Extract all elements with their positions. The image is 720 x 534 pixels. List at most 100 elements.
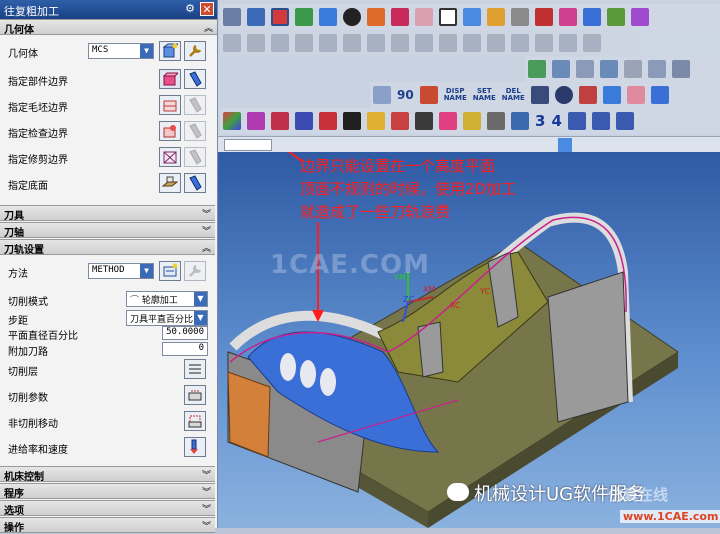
- pattern-icon[interactable]: [487, 34, 505, 52]
- new-method-button[interactable]: [159, 261, 181, 281]
- feeds-speeds-button[interactable]: [184, 437, 206, 457]
- check-icon[interactable]: [528, 60, 546, 78]
- del-name-button[interactable]: DEL NAME: [502, 88, 525, 102]
- cut-levels-button[interactable]: [184, 359, 206, 379]
- filter-icon[interactable]: [672, 60, 690, 78]
- display-blank-boundary-button[interactable]: [184, 95, 206, 115]
- pen-icon[interactable]: [602, 86, 621, 104]
- operation-icon[interactable]: [415, 112, 433, 130]
- close-icon[interactable]: ✕: [200, 2, 214, 16]
- section-tool[interactable]: 刀具 ︾: [0, 205, 215, 222]
- tool-icon[interactable]: [578, 86, 597, 104]
- info-icon[interactable]: [247, 8, 265, 26]
- list-view-icon[interactable]: [295, 112, 313, 130]
- rotate-90-button[interactable]: 90: [397, 89, 414, 101]
- list-icon[interactable]: [530, 86, 549, 104]
- curve-icon[interactable]: [223, 34, 241, 52]
- specify-trim-boundary-button[interactable]: [159, 147, 181, 167]
- method-select[interactable]: METHOD ▼: [88, 263, 154, 279]
- eye-icon[interactable]: [554, 86, 573, 104]
- specify-floor-button[interactable]: [159, 173, 181, 193]
- cut-pattern-select[interactable]: ⌒ 轮廓加工 ▼: [126, 291, 208, 307]
- specify-blank-boundary-button[interactable]: [159, 95, 181, 115]
- material-icon[interactable]: [391, 8, 409, 26]
- eraser-icon[interactable]: [626, 86, 645, 104]
- geometry-icon[interactable]: [367, 112, 385, 130]
- analysis-icon[interactable]: [583, 8, 601, 26]
- section-program[interactable]: 程序 ︾: [0, 483, 215, 500]
- orient-icon[interactable]: [463, 8, 481, 26]
- section-tool-axis[interactable]: 刀轴 ︾: [0, 222, 215, 239]
- blend-icon[interactable]: [391, 34, 409, 52]
- display-part-boundary-button[interactable]: [184, 69, 206, 89]
- display-trim-boundary-button[interactable]: [184, 147, 206, 167]
- line-icon[interactable]: [247, 34, 265, 52]
- arrow-right-icon[interactable]: [650, 86, 669, 104]
- set-name-button[interactable]: SET NAME: [473, 88, 496, 102]
- non-cutting-button[interactable]: [184, 411, 206, 431]
- insert-icon[interactable]: [223, 8, 241, 26]
- filter-select[interactable]: [224, 139, 272, 151]
- cut-params-button[interactable]: [184, 385, 206, 405]
- display-floor-button[interactable]: [184, 173, 206, 193]
- geometry-select[interactable]: MCS ▼: [88, 43, 154, 59]
- corner-icon[interactable]: [567, 112, 586, 130]
- offset-icon[interactable]: [367, 34, 385, 52]
- wcs-icon[interactable]: [535, 8, 553, 26]
- edit-geometry-button[interactable]: [184, 41, 206, 61]
- face-icon[interactable]: [415, 8, 433, 26]
- additional-passes-input[interactable]: 0: [162, 342, 208, 356]
- generate-icon[interactable]: [439, 112, 457, 130]
- flag-icon[interactable]: [624, 60, 642, 78]
- flat-diameter-input[interactable]: 50.0000: [162, 326, 208, 340]
- render-icon[interactable]: [367, 8, 385, 26]
- sketch-icon[interactable]: [295, 8, 313, 26]
- step-icon[interactable]: [591, 112, 610, 130]
- replay-icon[interactable]: [463, 112, 481, 130]
- shell-icon[interactable]: [463, 34, 481, 52]
- subtract-icon[interactable]: [583, 34, 601, 52]
- display-icon[interactable]: [373, 86, 391, 104]
- new-geometry-button[interactable]: [159, 41, 181, 61]
- tool-holder-icon[interactable]: [343, 112, 361, 130]
- mirror-icon[interactable]: [511, 34, 529, 52]
- draft-icon[interactable]: [439, 34, 457, 52]
- program-icon[interactable]: [319, 112, 337, 130]
- ramp-icon[interactable]: [615, 112, 634, 130]
- layer-icon[interactable]: [511, 8, 529, 26]
- color-icon[interactable]: [223, 112, 241, 130]
- snap-icon[interactable]: [271, 8, 289, 26]
- display-check-boundary-button[interactable]: [184, 121, 206, 141]
- trim-icon[interactable]: [343, 34, 361, 52]
- section-actions[interactable]: 操作 ︾: [0, 517, 215, 534]
- copy-icon[interactable]: [576, 60, 594, 78]
- view-4-button[interactable]: 4: [551, 113, 561, 129]
- rotate-icon[interactable]: [487, 8, 505, 26]
- chamfer-icon[interactable]: [415, 34, 433, 52]
- specify-check-boundary-button[interactable]: [159, 121, 181, 141]
- gear-icon[interactable]: ⚙: [183, 2, 197, 16]
- section-options[interactable]: 选项 ︾: [0, 500, 215, 517]
- cube-icon[interactable]: [319, 8, 337, 26]
- unite-icon[interactable]: [559, 34, 577, 52]
- method-icon[interactable]: [391, 112, 409, 130]
- grid-icon[interactable]: [247, 112, 265, 130]
- window-icon[interactable]: [439, 8, 457, 26]
- transform-icon[interactable]: [600, 60, 618, 78]
- dialog-title-bar[interactable]: 往复粗加工 ⚙ ✕: [0, 0, 217, 19]
- sew-icon[interactable]: [535, 34, 553, 52]
- arc-icon[interactable]: [271, 34, 289, 52]
- verify-icon[interactable]: [419, 86, 438, 104]
- disp-name-button[interactable]: DISP NAME: [444, 88, 467, 102]
- feature-icon[interactable]: [631, 8, 649, 26]
- extrude-icon[interactable]: [295, 34, 313, 52]
- revolve-icon[interactable]: [319, 34, 337, 52]
- section-geometry[interactable]: 几何体 ︽: [0, 19, 217, 36]
- section-path-settings[interactable]: 刀轨设置 ︽: [0, 239, 215, 256]
- postprocess-icon[interactable]: [511, 112, 529, 130]
- edit-method-button[interactable]: [184, 261, 206, 281]
- specify-part-boundary-button[interactable]: [159, 69, 181, 89]
- hole-icon[interactable]: [607, 8, 625, 26]
- group-icon[interactable]: [648, 60, 666, 78]
- view-3-button[interactable]: 3: [535, 113, 545, 129]
